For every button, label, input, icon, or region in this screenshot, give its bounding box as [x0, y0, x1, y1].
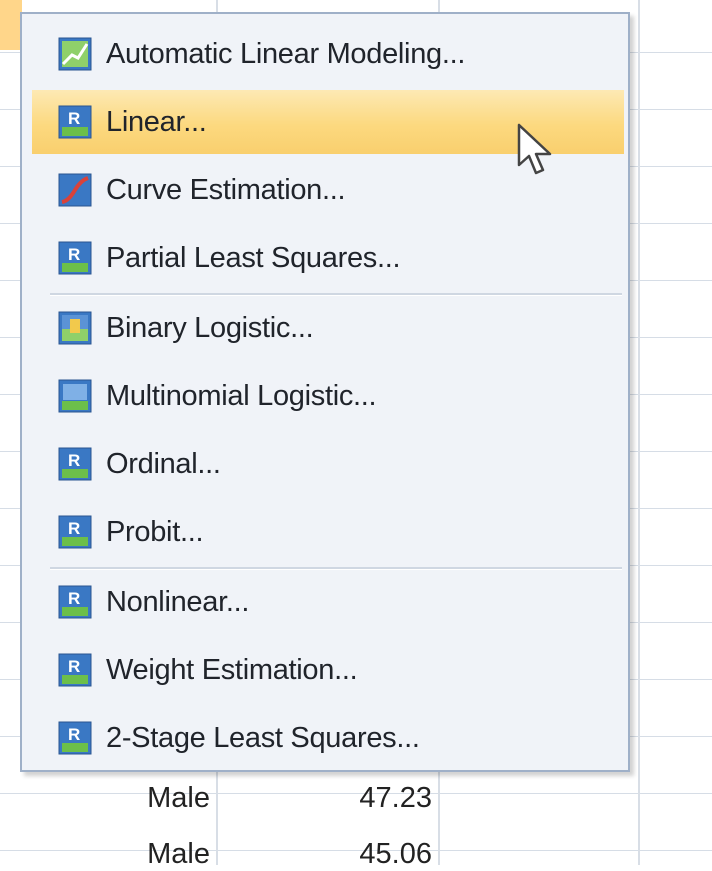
- mouse-cursor-icon: [516, 123, 556, 179]
- menu-item-label: 2-Stage Least Squares...: [106, 721, 420, 754]
- cell-score[interactable]: 45.06: [220, 838, 432, 871]
- menu-item-label: Weight Estimation...: [106, 653, 358, 686]
- menu-item-weight-estimation[interactable]: R Weight Estimation...: [32, 638, 624, 702]
- menu-item-label: Nonlinear...: [106, 585, 250, 618]
- linear-regression-icon: R: [58, 105, 92, 139]
- menu-item-label: Probit...: [106, 515, 204, 548]
- binary-logistic-icon: [58, 311, 92, 345]
- partial-least-squares-icon: R: [58, 241, 92, 275]
- menu-item-label: Partial Least Squares...: [106, 241, 401, 274]
- weight-estimation-icon: R: [58, 653, 92, 687]
- cell-gender[interactable]: Male: [60, 782, 210, 815]
- automatic-linear-modeling-icon: [58, 37, 92, 71]
- two-stage-least-squares-icon: R: [58, 721, 92, 755]
- svg-text:R: R: [68, 725, 80, 744]
- menu-item-two-stage-least-squares[interactable]: R 2-Stage Least Squares...: [32, 706, 624, 770]
- curve-estimation-icon: [58, 173, 92, 207]
- menu-item-label: Multinomial Logistic...: [106, 379, 377, 412]
- menu-item-label: Ordinal...: [106, 447, 221, 480]
- selected-cell-fragment: [0, 0, 22, 50]
- menu-item-binary-logistic[interactable]: Binary Logistic...: [32, 296, 624, 360]
- menu-item-nonlinear[interactable]: R Nonlinear...: [32, 570, 624, 634]
- menu-item-label: Curve Estimation...: [106, 173, 346, 206]
- menu-item-ordinal[interactable]: R Ordinal...: [32, 432, 624, 496]
- menu-item-partial-least-squares[interactable]: R Partial Least Squares...: [32, 226, 624, 290]
- menu-item-label: Automatic Linear Modeling...: [106, 37, 466, 70]
- menu-item-automatic-linear-modeling[interactable]: Automatic Linear Modeling...: [32, 22, 624, 86]
- ordinal-icon: R: [58, 447, 92, 481]
- svg-text:R: R: [68, 451, 80, 470]
- menu-item-label: Linear...: [106, 105, 207, 138]
- svg-text:R: R: [68, 589, 80, 608]
- svg-text:R: R: [68, 109, 80, 128]
- nonlinear-icon: R: [58, 585, 92, 619]
- multinomial-logistic-icon: [58, 379, 92, 413]
- cell-gender[interactable]: Male: [60, 838, 210, 871]
- menu-item-label: Binary Logistic...: [106, 311, 314, 344]
- probit-icon: R: [58, 515, 92, 549]
- svg-text:R: R: [68, 519, 80, 538]
- svg-text:R: R: [68, 657, 80, 676]
- svg-text:R: R: [68, 245, 80, 264]
- menu-item-multinomial-logistic[interactable]: Multinomial Logistic...: [32, 364, 624, 428]
- cell-score[interactable]: 47.23: [220, 782, 432, 815]
- menu-item-probit[interactable]: R Probit...: [32, 500, 624, 564]
- grid-column-divider: [638, 0, 640, 865]
